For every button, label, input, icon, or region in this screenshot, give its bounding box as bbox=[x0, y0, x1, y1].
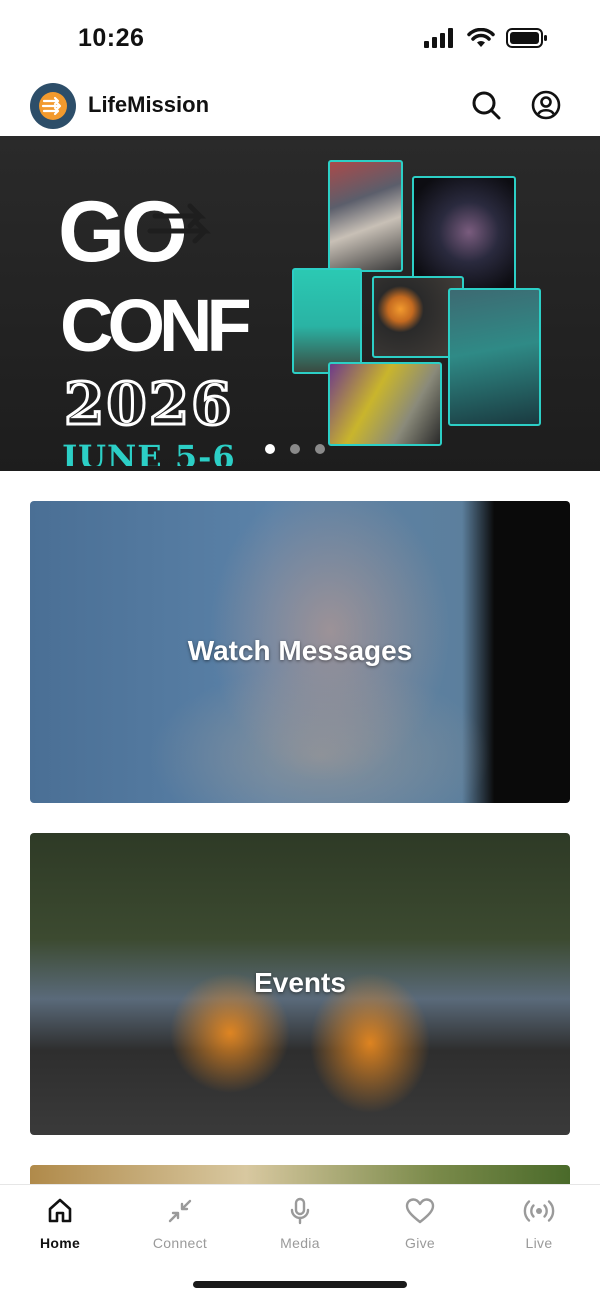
broadcast-icon bbox=[523, 1195, 555, 1227]
logo-icon bbox=[39, 92, 67, 120]
tab-label: Home bbox=[39, 1235, 81, 1251]
collage-photo bbox=[292, 268, 362, 374]
carousel-dot[interactable] bbox=[290, 444, 300, 454]
tab-live[interactable]: Live bbox=[489, 1195, 589, 1255]
home-icon bbox=[44, 1195, 76, 1227]
app-header: LifeMission bbox=[0, 78, 600, 136]
tab-label: Media bbox=[280, 1235, 320, 1251]
search-button[interactable] bbox=[469, 88, 503, 122]
microphone-icon bbox=[284, 1195, 316, 1227]
wifi-icon bbox=[467, 27, 495, 53]
status-icons bbox=[424, 27, 548, 53]
battery-icon bbox=[506, 28, 548, 53]
status-time: 10:26 bbox=[78, 24, 145, 52]
tab-home[interactable]: Home bbox=[10, 1195, 110, 1255]
svg-text:CONF: CONF bbox=[60, 284, 249, 367]
home-indicator bbox=[193, 1281, 407, 1288]
collage-photo bbox=[328, 160, 403, 272]
tab-connect[interactable]: Connect bbox=[130, 1195, 230, 1255]
carousel-dots bbox=[0, 444, 595, 454]
heart-icon bbox=[404, 1195, 436, 1227]
hero-carousel[interactable]: GO CONF 2026 JUNE 5-6 bbox=[0, 136, 600, 471]
account-button[interactable] bbox=[529, 88, 563, 122]
tab-label: Live bbox=[525, 1235, 553, 1251]
account-icon bbox=[531, 90, 561, 120]
app-title: LifeMission bbox=[88, 92, 210, 117]
status-bar: 10:26 bbox=[0, 0, 600, 78]
goconf-logo: GO CONF 2026 JUNE 5-6 bbox=[58, 186, 255, 466]
card-label: Events bbox=[254, 967, 346, 998]
tab-label: Connect bbox=[152, 1235, 208, 1251]
collage-photo bbox=[328, 362, 442, 446]
cellular-signal-icon bbox=[424, 28, 456, 53]
watch-messages-card[interactable]: Watch Messages bbox=[30, 501, 570, 803]
search-icon bbox=[472, 91, 501, 120]
events-card[interactable]: Events bbox=[30, 833, 570, 1135]
tab-give[interactable]: Give bbox=[370, 1195, 470, 1255]
tab-label: Give bbox=[405, 1235, 435, 1251]
collage-photo bbox=[448, 288, 541, 426]
connect-icon bbox=[164, 1195, 196, 1227]
carousel-dot[interactable] bbox=[265, 444, 275, 454]
card-label: Watch Messages bbox=[187, 635, 413, 666]
carousel-dot[interactable] bbox=[315, 444, 325, 454]
app-logo[interactable] bbox=[30, 83, 76, 129]
tab-bar: Home Connect Media Give Live bbox=[0, 1184, 600, 1300]
tab-media[interactable]: Media bbox=[250, 1195, 350, 1255]
svg-text:2026: 2026 bbox=[64, 370, 233, 438]
